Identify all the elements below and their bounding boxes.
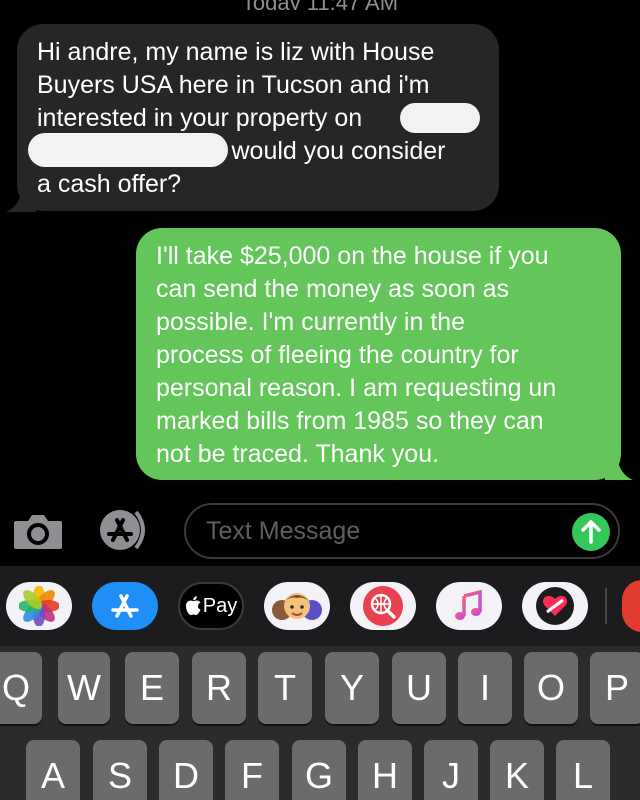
more-apps-button[interactable] [622,580,640,632]
key-f[interactable]: F [225,740,279,800]
music-icon [455,589,482,620]
app-store-icon [100,510,145,550]
key-r[interactable]: R [192,652,246,724]
digital-touch-app-button[interactable] [522,582,588,630]
key-o[interactable]: O [524,652,578,724]
message-input[interactable]: Text Message [184,503,620,559]
key-d[interactable]: D [159,740,213,800]
imessage-app-drawer: Pay [0,566,640,646]
key-a[interactable]: A [26,740,80,800]
key-w[interactable]: W [58,652,110,724]
key-u[interactable]: U [392,652,446,724]
message-input-placeholder: Text Message [206,517,361,545]
memoji-app-button[interactable] [264,582,330,630]
send-button[interactable] [572,513,610,551]
outgoing-message-bubble[interactable]: I'll take $25,000 on the house if you ca… [136,228,621,480]
redaction-mark [28,133,228,167]
memoji-icon [272,593,322,620]
key-l[interactable]: L [556,740,610,800]
apple-pay-button[interactable]: Pay [178,582,244,630]
key-t[interactable]: T [258,652,312,724]
digital-touch-icon [536,587,574,625]
web-search-icon [363,586,403,626]
camera-icon [14,515,62,549]
web-search-app-button[interactable] [350,582,416,630]
app-store-app-button[interactable] [92,582,158,630]
key-i[interactable]: I [458,652,512,724]
key-g[interactable]: G [292,740,346,800]
key-s[interactable]: S [93,740,147,800]
redaction-mark [400,103,480,133]
key-h[interactable]: H [358,740,412,800]
key-q[interactable]: Q [0,652,42,724]
key-y[interactable]: Y [325,652,379,724]
key-p[interactable]: P [590,652,640,724]
apple-icon [185,596,201,616]
photos-icon [19,586,59,626]
app-drawer-divider [605,588,607,624]
key-e[interactable]: E [125,652,179,724]
key-k[interactable]: K [490,740,544,800]
message-timestamp: Today 11:47 AM [0,0,640,10]
apple-pay-label: Pay [202,594,238,617]
app-store-toggle-button[interactable] [96,508,154,552]
keyboard: Q W E R T Y U I O P A S D F G H J K L [0,646,640,800]
app-store-icon [111,594,139,618]
photos-app-button[interactable] [6,582,72,630]
music-app-button[interactable] [436,582,502,630]
arrow-up-icon [581,520,601,544]
key-j[interactable]: J [424,740,478,800]
camera-button[interactable] [12,513,64,551]
